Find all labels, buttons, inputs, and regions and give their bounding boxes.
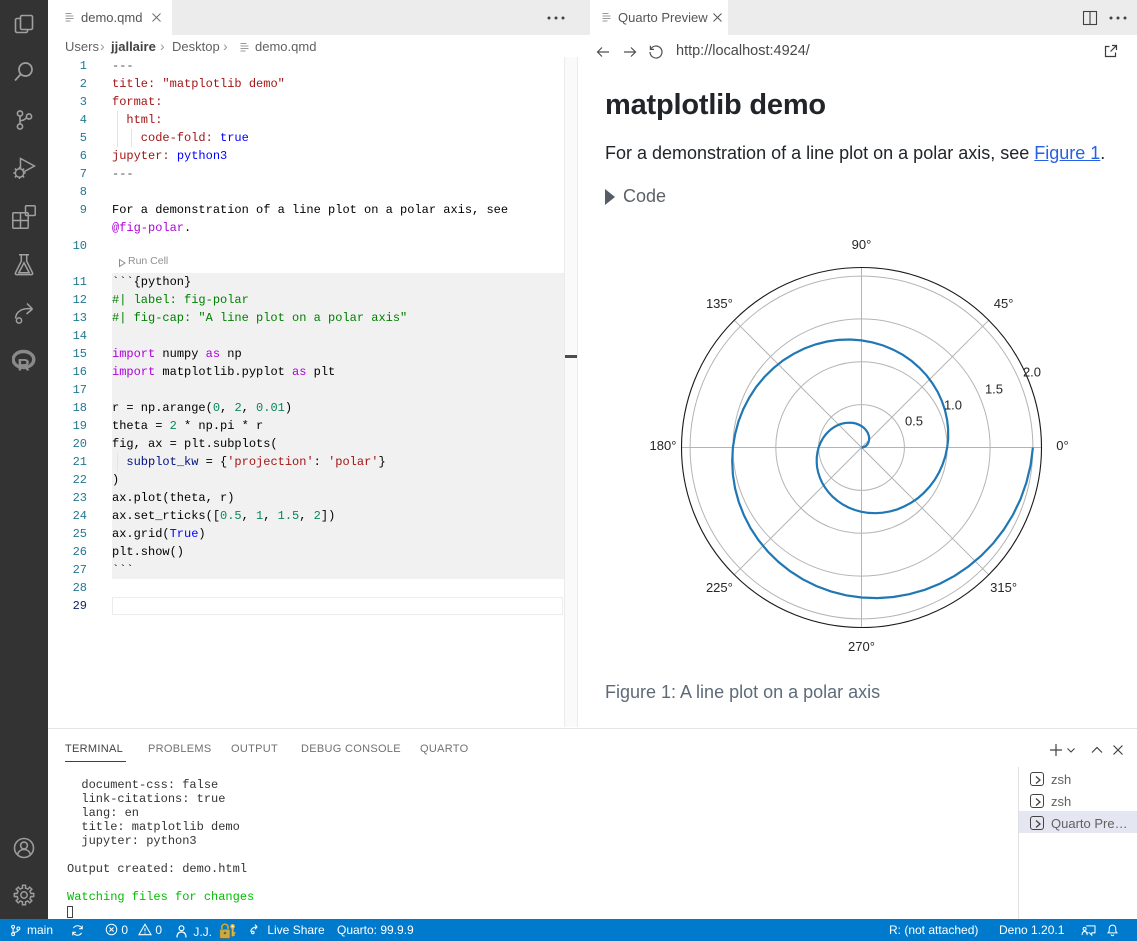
svg-text:45°: 45° [994,296,1014,311]
svg-text:180°: 180° [650,438,677,453]
svg-text:90°: 90° [852,237,872,252]
svg-text:270°: 270° [848,639,875,654]
svg-text:315°: 315° [990,580,1017,595]
svg-text:0°: 0° [1056,438,1068,453]
svg-text:1.5: 1.5 [985,382,1003,397]
svg-text:R: R [18,356,30,374]
svg-text:0.5: 0.5 [905,414,923,429]
svg-text:135°: 135° [706,296,733,311]
svg-text:2.0: 2.0 [1023,365,1041,380]
svg-text:225°: 225° [706,580,733,595]
svg-text:1.0: 1.0 [944,398,962,413]
